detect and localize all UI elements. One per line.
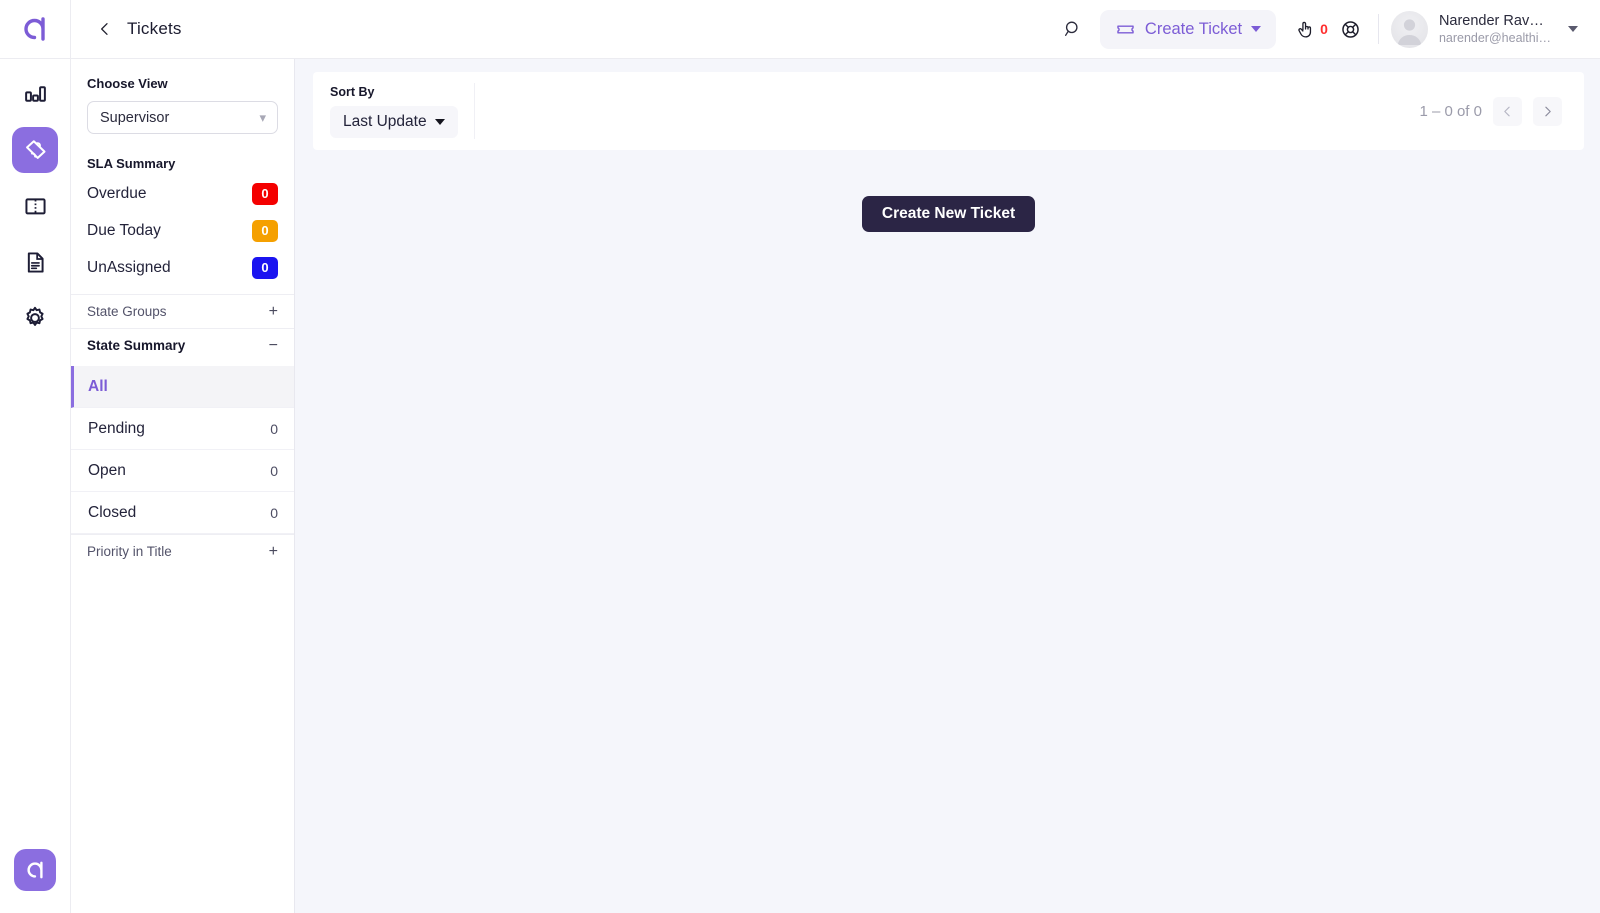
page-title: Tickets (127, 19, 182, 38)
brand-badge[interactable] (14, 849, 56, 891)
book-icon (24, 197, 46, 214)
empty-state: Create New Ticket (313, 150, 1584, 913)
sla-row-unassigned[interactable]: UnAssigned 0 (87, 249, 278, 286)
search-button[interactable] (1056, 12, 1090, 46)
state-row-open[interactable]: Open 0 (71, 450, 294, 492)
priority-in-title-toggle[interactable]: Priority in Title + (71, 534, 294, 568)
state-label: Open (88, 461, 126, 479)
sla-row-due-today[interactable]: Due Today 0 (87, 212, 278, 249)
topbar-divider (1377, 14, 1379, 44)
user-menu[interactable]: Narender Rav… narender@healthi… (1390, 10, 1582, 48)
user-avatar-icon (1397, 18, 1422, 45)
sla-summary-label: SLA Summary (87, 156, 176, 171)
sidebar-item-reports[interactable] (12, 239, 58, 285)
state-groups-label: State Groups (87, 304, 167, 319)
state-list: All Pending 0 Open 0 Closed 0 (71, 366, 294, 534)
cursor-badge-count: 0 (1320, 21, 1328, 37)
state-row-closed[interactable]: Closed 0 (71, 492, 294, 534)
filter-panel: Choose View Supervisor ▾ SLA Summary Ove… (71, 59, 295, 913)
pagination: 1 – 0 of 0 (1419, 96, 1562, 126)
sla-label: Due Today (87, 221, 161, 239)
status-badge: 0 (252, 256, 278, 279)
rail-bottom (14, 849, 56, 913)
sort-by-label: Sort By (330, 84, 375, 99)
choose-view-select[interactable]: Supervisor ▾ (87, 101, 278, 134)
create-ticket-label: Create Ticket (1144, 19, 1243, 38)
chevron-down-icon: ▾ (259, 110, 266, 125)
create-ticket-button[interactable]: Create Ticket (1099, 9, 1277, 49)
sla-label: Overdue (87, 184, 147, 202)
state-label: All (88, 377, 108, 395)
rail-items (12, 59, 58, 341)
sidebar-item-tickets[interactable] (12, 127, 58, 173)
sla-label: UnAssigned (87, 258, 171, 276)
search-icon (1064, 21, 1078, 36)
user-email: narender@healthi… (1438, 31, 1551, 46)
status-badge: 0 (252, 182, 278, 205)
pagination-text: 1 – 0 of 0 (1419, 102, 1482, 120)
cursor-notification-button[interactable]: 0 (1288, 19, 1334, 40)
brand-a-icon (24, 17, 45, 41)
status-badge: 0 (252, 219, 278, 242)
ticket-icon (25, 139, 46, 159)
app-logo (0, 0, 71, 59)
help-button[interactable] (1334, 12, 1368, 46)
pagination-prev-button[interactable] (1493, 96, 1522, 126)
chevron-down-icon (1568, 26, 1578, 32)
hand-pointer-icon (1298, 21, 1312, 38)
chevron-down-icon (1251, 26, 1262, 32)
sort-by-block: Sort By Last Update (330, 85, 458, 138)
choose-view-label: Choose View (87, 76, 168, 91)
ticket-icon (1117, 24, 1134, 34)
toolbar-divider (473, 83, 475, 139)
bar-chart-icon (24, 85, 46, 102)
top-bar: Tickets Create Ticket 0 Narender Rav… na… (71, 0, 1600, 59)
app-root: Tickets Create Ticket 0 Narender Rav… na… (0, 0, 1600, 913)
state-count: 0 (270, 420, 278, 437)
priority-in-title-label: Priority in Title (87, 544, 172, 559)
choose-view-block: Choose View Supervisor ▾ SLA Summary Ove… (71, 76, 294, 286)
sidebar-item-settings[interactable] (12, 295, 58, 341)
chevron-left-icon (1504, 106, 1510, 116)
brand-a-icon (27, 861, 43, 879)
state-label: Closed (88, 503, 137, 521)
sidebar-item-dashboard[interactable] (12, 71, 58, 117)
collapse-icon: − (268, 336, 278, 354)
document-icon (27, 251, 44, 273)
icon-rail (0, 0, 71, 913)
chevron-right-icon (1545, 106, 1551, 116)
state-summary-label: State Summary (87, 338, 186, 353)
user-info: Narender Rav… narender@healthi… (1439, 12, 1551, 47)
chevron-left-icon (101, 23, 108, 35)
state-row-all[interactable]: All (71, 366, 294, 408)
state-row-pending[interactable]: Pending 0 (71, 408, 294, 450)
sidebar-item-knowledge-base[interactable] (12, 183, 58, 229)
sort-by-value: Last Update (343, 112, 427, 130)
state-groups-toggle[interactable]: State Groups + (71, 294, 294, 328)
body: Choose View Supervisor ▾ SLA Summary Ove… (71, 59, 1600, 913)
expand-icon: + (268, 542, 278, 560)
content-area: Sort By Last Update 1 – 0 of 0 Create Ne… (295, 59, 1600, 913)
pagination-next-button[interactable] (1533, 96, 1562, 126)
lifebuoy-icon (1342, 20, 1360, 38)
main-column: Tickets Create Ticket 0 Narender Rav… na… (71, 0, 1600, 913)
state-count: 0 (270, 462, 278, 479)
create-new-ticket-button[interactable]: Create New Ticket (861, 196, 1036, 232)
state-label: Pending (88, 419, 145, 437)
toolbar: Sort By Last Update 1 – 0 of 0 (313, 72, 1584, 150)
sla-row-overdue[interactable]: Overdue 0 (87, 175, 278, 212)
sort-by-select[interactable]: Last Update (330, 105, 458, 138)
state-summary-toggle[interactable]: State Summary − (71, 328, 294, 362)
choose-view-value: Supervisor (100, 109, 170, 126)
avatar (1390, 10, 1428, 48)
chevron-down-icon (434, 118, 445, 125)
user-name: Narender Rav… (1438, 12, 1544, 29)
expand-icon: + (268, 302, 278, 320)
back-button[interactable] (97, 21, 113, 37)
gear-icon (26, 306, 44, 326)
state-count: 0 (270, 504, 278, 521)
